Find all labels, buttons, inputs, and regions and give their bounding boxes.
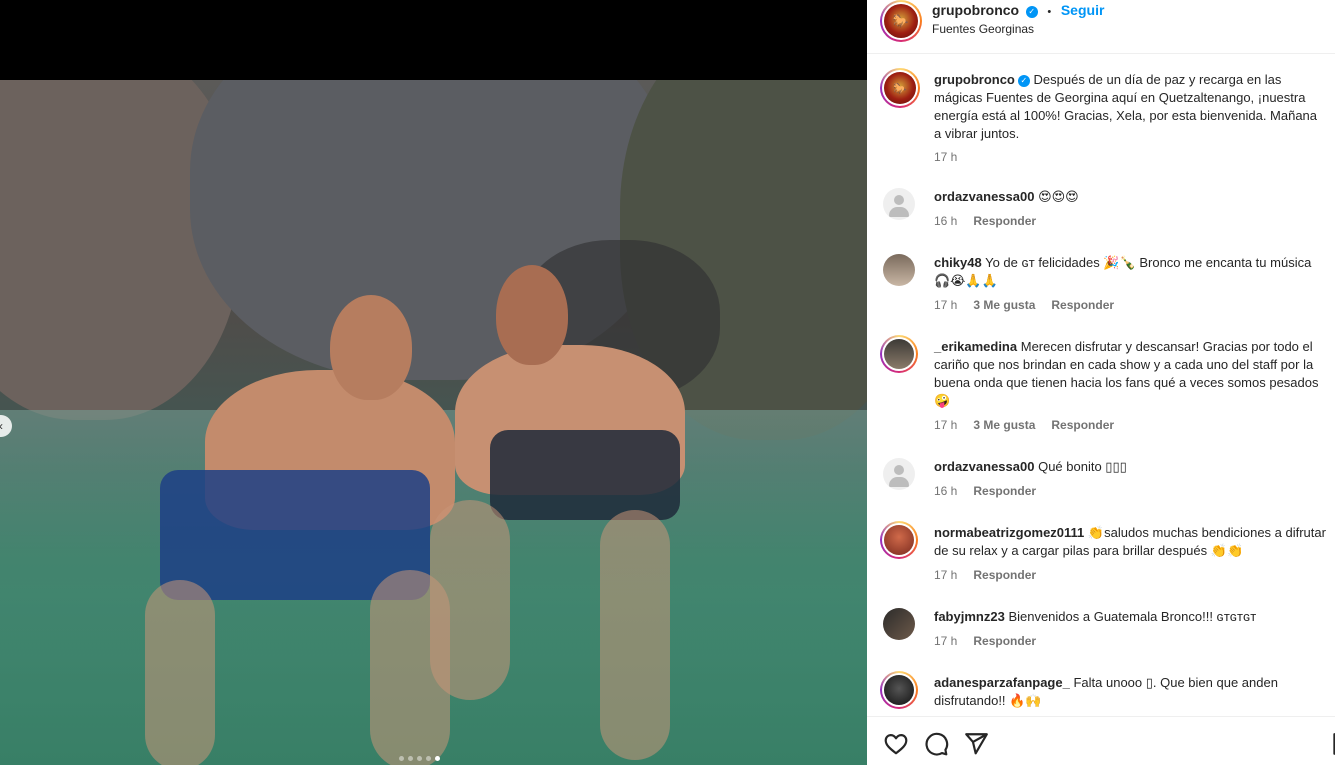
user-avatar[interactable]	[880, 671, 918, 709]
comment-username[interactable]: ordazvanessa00	[934, 459, 1034, 474]
comment-item: ordazvanessa00 Qué bonito ▯▯▯ 16 h Respo…	[867, 458, 1335, 518]
comment-time[interactable]: 17 h	[934, 418, 957, 432]
comment-username[interactable]: fabyjmnz23	[934, 609, 1005, 624]
caption-username[interactable]: grupobronco	[934, 72, 1015, 87]
comment-time[interactable]: 17 h	[934, 298, 957, 312]
reply-button[interactable]: Responder	[1051, 418, 1114, 432]
comment-time[interactable]: 16 h	[934, 484, 957, 498]
user-avatar[interactable]	[880, 521, 918, 559]
comment-item: chiky48 Yo de ɢᴛ felicidades 🎉🍾 Bronco m…	[867, 254, 1335, 334]
post-location[interactable]: Fuentes Georginas	[932, 22, 1034, 36]
bronco-logo-icon: 🐎	[884, 4, 918, 38]
post-caption: 🐎 grupobronco ✓ Después de un día de paz …	[867, 68, 1335, 168]
comment-username[interactable]: ordazvanessa00	[934, 189, 1034, 204]
heart-icon[interactable]	[883, 731, 909, 757]
comments-list[interactable]: 🐎 grupobronco ✓ Después de un día de paz …	[867, 54, 1335, 716]
bronco-logo-icon: 🐎	[884, 72, 916, 104]
post-media[interactable]: ‹	[0, 0, 867, 765]
comment-text: Qué bonito ▯▯▯	[1038, 459, 1127, 474]
comment-item: adanesparzafanpage_ Falta unooo ▯. Que b…	[867, 671, 1335, 716]
default-avatar-icon[interactable]	[883, 458, 915, 490]
author-avatar[interactable]: 🐎	[880, 0, 922, 42]
comment-text: Yo de ɢᴛ felicidades 🎉🍾 Bronco me encant…	[934, 255, 1312, 288]
post-side-panel: 🐎 grupobronco ✓ • Seguir Fuentes Georgin…	[867, 0, 1335, 765]
chevron-left-icon: ‹	[0, 419, 3, 433]
carousel-indicator	[399, 756, 440, 761]
comment-username[interactable]: adanesparzafanpage_	[934, 675, 1070, 690]
separator-dot: •	[1047, 6, 1052, 18]
carousel-dot-active	[435, 756, 440, 761]
comment-text: 😍😍😍	[1038, 189, 1079, 204]
follow-button[interactable]: Seguir	[1061, 2, 1105, 18]
carousel-dot	[399, 756, 404, 761]
comment-item: fabyjmnz23 Bienvenidos a Guatemala Bronc…	[867, 608, 1335, 668]
comment-text: Bienvenidos a Guatemala Bronco!!! ɢᴛɢᴛɢᴛ	[1008, 609, 1257, 624]
verified-badge-icon: ✓	[1017, 74, 1030, 87]
carousel-dot	[426, 756, 431, 761]
author-username[interactable]: grupobronco	[932, 2, 1019, 18]
user-avatar[interactable]	[883, 608, 915, 640]
post-photo	[0, 80, 867, 765]
comment-time[interactable]: 17 h	[934, 634, 957, 648]
reply-button[interactable]: Responder	[973, 634, 1036, 648]
user-avatar[interactable]	[883, 254, 915, 286]
caption-avatar[interactable]: 🐎	[880, 68, 920, 108]
comment-time[interactable]: 17 h	[934, 568, 957, 582]
comment-username[interactable]: chiky48	[934, 255, 982, 270]
reply-button[interactable]: Responder	[973, 568, 1036, 582]
post-action-bar	[867, 716, 1335, 765]
default-avatar-icon[interactable]	[883, 188, 915, 220]
reply-button[interactable]: Responder	[1051, 298, 1114, 312]
comment-item: normabeatrizgomez0111 👏saludos muchas be…	[867, 521, 1335, 604]
comment-item: ordazvanessa00 😍😍😍 16 h Responder	[867, 188, 1335, 248]
comment-likes[interactable]: 3 Me gusta	[973, 418, 1035, 432]
user-avatar[interactable]	[880, 335, 918, 373]
caption-time[interactable]: 17 h	[934, 150, 957, 164]
comment-username[interactable]: normabeatrizgomez0111	[934, 525, 1084, 540]
post-header: 🐎 grupobronco ✓ • Seguir Fuentes Georgin…	[867, 0, 1335, 54]
comment-username[interactable]: _erikamedina	[934, 339, 1017, 354]
comment-icon[interactable]	[923, 731, 949, 757]
send-icon[interactable]	[963, 731, 989, 757]
carousel-dot	[408, 756, 413, 761]
comment-likes[interactable]: 3 Me gusta	[973, 298, 1035, 312]
comment-time[interactable]: 16 h	[934, 214, 957, 228]
bookmark-icon[interactable]	[1329, 731, 1335, 757]
reply-button[interactable]: Responder	[973, 484, 1036, 498]
carousel-dot	[417, 756, 422, 761]
comment-item: _erikamedina Merecen disfrutar y descans…	[867, 335, 1335, 448]
reply-button[interactable]: Responder	[973, 214, 1036, 228]
verified-badge-icon: ✓	[1025, 5, 1038, 18]
